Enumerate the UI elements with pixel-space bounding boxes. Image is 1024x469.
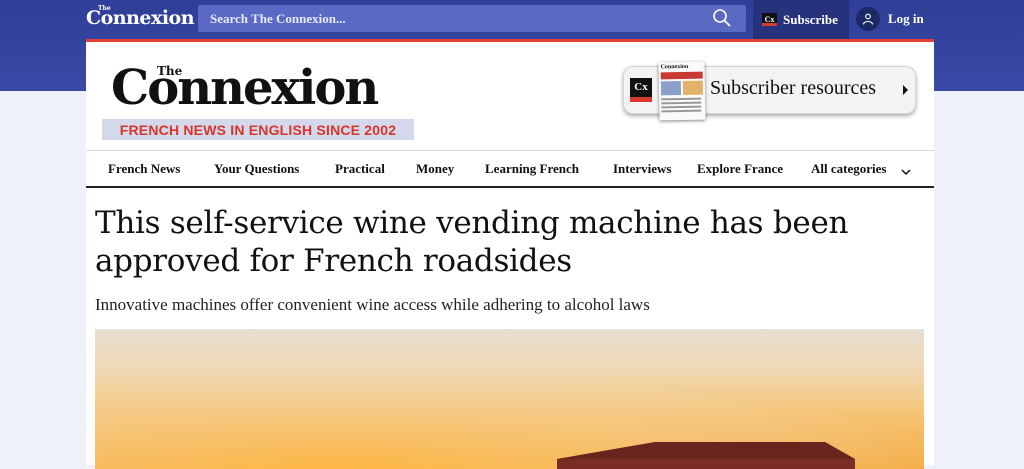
article-headline: This self-service wine vending machine h…: [95, 205, 849, 279]
nav-item-learning-french[interactable]: Learning French: [485, 151, 579, 187]
search-icon[interactable]: [712, 8, 732, 28]
topbar-logo[interactable]: The Connexion: [86, 5, 195, 29]
login-button[interactable]: Log in: [856, 5, 924, 33]
main-card: The Connexion FRENCH NEWS IN ENGLISH SIN…: [86, 39, 934, 469]
subscribe-button[interactable]: Cx Subscribe: [753, 0, 849, 39]
search-input[interactable]: [198, 5, 698, 32]
site-tagline: FRENCH NEWS IN ENGLISH SINCE 2002: [102, 119, 414, 140]
nav-item-explore-france[interactable]: Explore France: [697, 151, 783, 187]
user-icon: [856, 7, 880, 31]
article-standfirst: Innovative machines offer convenient win…: [95, 295, 650, 314]
caret-right-icon: [903, 85, 908, 95]
nav-item-money[interactable]: Money: [416, 151, 454, 187]
paper-title: Connexion: [660, 63, 689, 71]
login-label: Log in: [888, 11, 924, 26]
subscriber-resources-label: Subscriber resources: [710, 77, 877, 99]
chevron-down-icon[interactable]: [901, 164, 911, 176]
site-logo[interactable]: Connexion: [111, 64, 379, 112]
nav-item-all-categories[interactable]: All categories: [811, 151, 886, 187]
search-box: [198, 5, 746, 32]
nav-item-interviews[interactable]: Interviews: [613, 151, 672, 187]
nav-item-your-questions[interactable]: Your Questions: [214, 151, 299, 187]
nav-item-french-news[interactable]: French News: [108, 151, 180, 187]
nav-item-practical[interactable]: Practical: [335, 151, 385, 187]
subscribe-label: Subscribe: [783, 11, 838, 27]
newspaper-thumbnail: Connexion: [658, 61, 706, 121]
cx-badge-icon: Cx: [630, 78, 652, 102]
hero-image: [95, 329, 924, 469]
cx-badge-icon: Cx: [762, 13, 777, 26]
subscriber-resources-button[interactable]: Cx Connexion Subscriber resources: [623, 61, 916, 121]
category-nav: French News Your Questions Practical Mon…: [86, 150, 934, 188]
topbar-logo-the: The: [98, 5, 111, 12]
